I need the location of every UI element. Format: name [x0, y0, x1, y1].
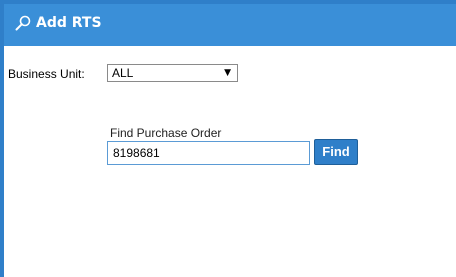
dialog-header: Add RTS [4, 0, 456, 46]
dialog-title: Add RTS [36, 15, 102, 31]
business-unit-select[interactable]: ALL ▼ [107, 64, 238, 82]
find-purchase-order-label: Find Purchase Order [110, 126, 222, 140]
business-unit-label: Business Unit: [8, 67, 85, 81]
add-rts-dialog: Add RTS Business Unit: ALL ▼ Find Purcha… [0, 0, 456, 277]
purchase-order-input[interactable] [107, 141, 310, 165]
search-icon [15, 15, 31, 31]
business-unit-selected-value: ALL [112, 66, 134, 80]
find-button[interactable]: Find [314, 139, 358, 165]
dropdown-arrow-icon: ▼ [224, 68, 231, 78]
